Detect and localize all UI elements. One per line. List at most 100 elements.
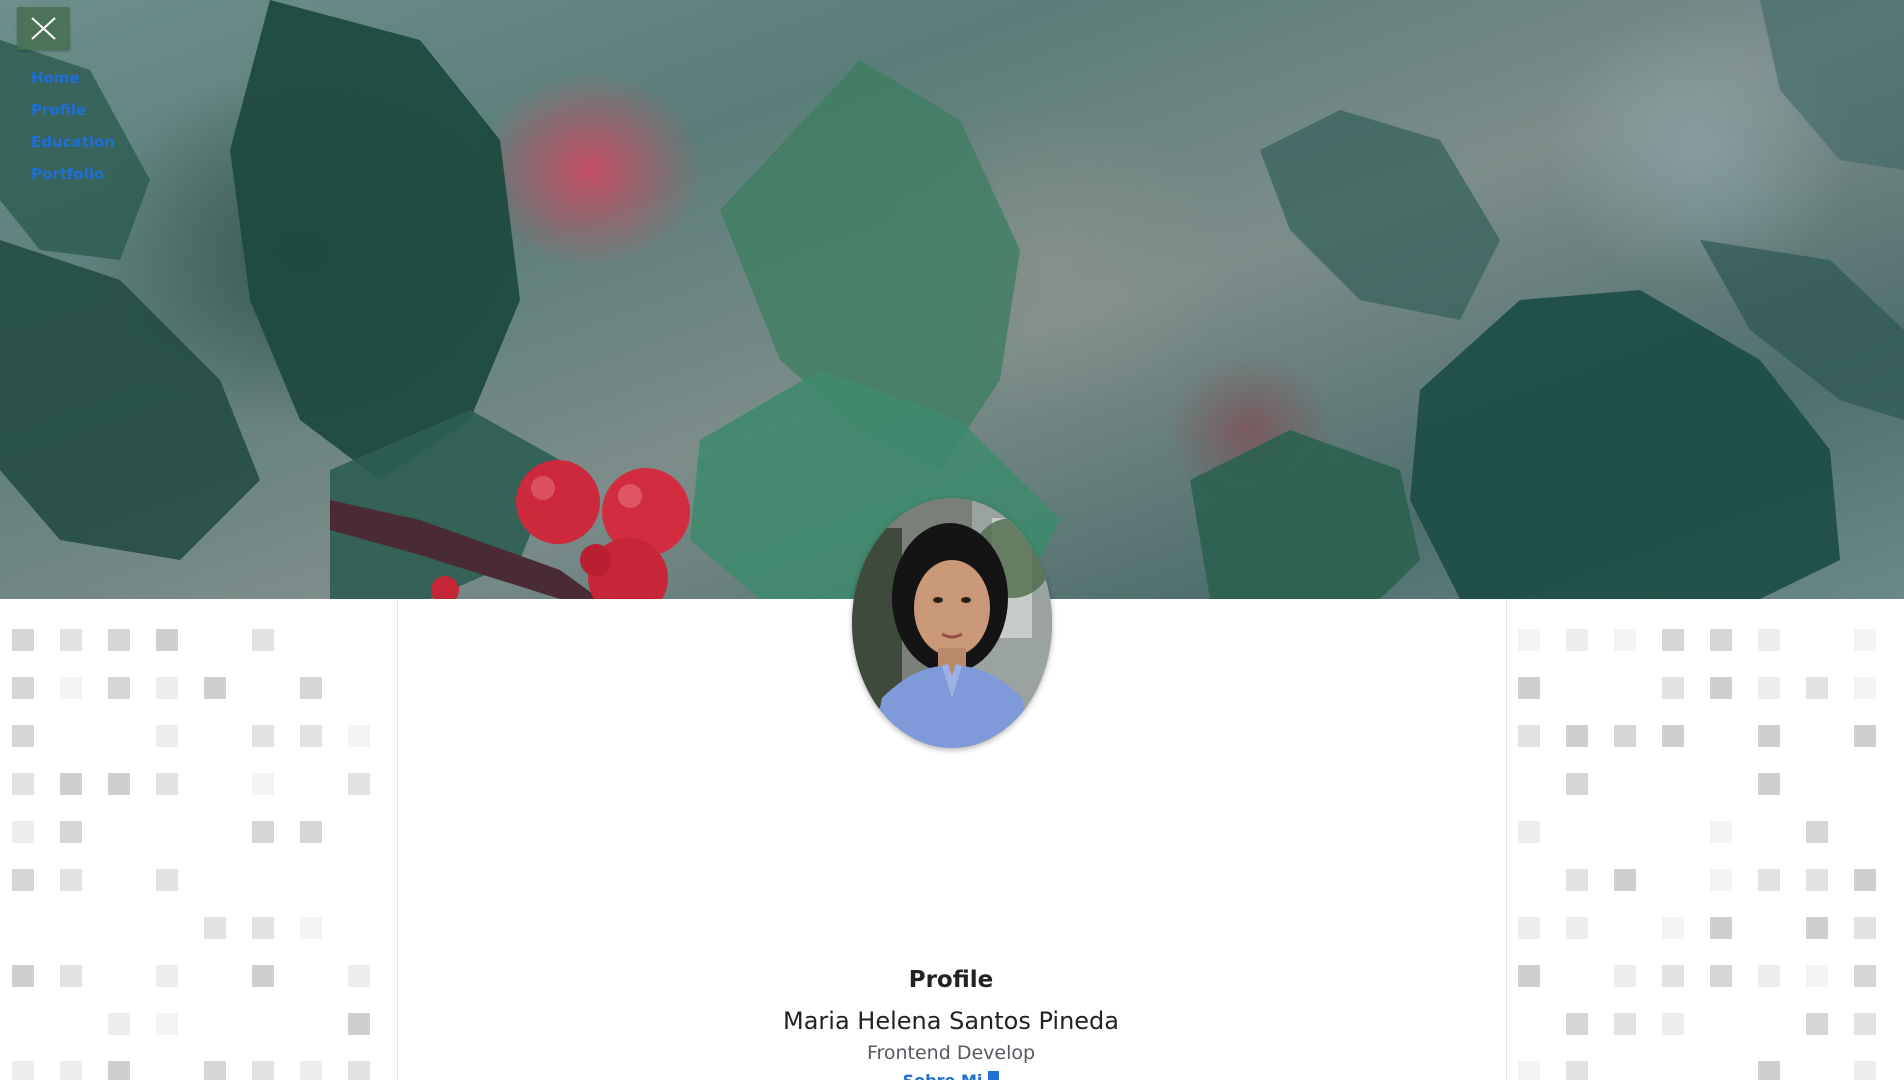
menu-toggle-button[interactable]	[17, 7, 70, 50]
person-role: Frontend Develop	[866, 1042, 1036, 1064]
nav-item-portfolio: Portfolio	[31, 162, 115, 194]
pattern-tile	[60, 677, 82, 699]
pattern-tile	[1758, 725, 1780, 747]
pattern-tile	[156, 965, 178, 987]
pattern-tile	[204, 677, 226, 699]
pattern-tile	[1854, 677, 1876, 699]
user-icon	[988, 1071, 1000, 1080]
pattern-tile	[1566, 869, 1588, 891]
pattern-tile	[204, 917, 226, 939]
pattern-tile	[1854, 869, 1876, 891]
pattern-tile	[60, 965, 82, 987]
pattern-tile	[1854, 1013, 1876, 1035]
pattern-tile	[1806, 1013, 1828, 1035]
pattern-tile	[156, 1013, 178, 1035]
pattern-tile	[1710, 677, 1732, 699]
pattern-tile	[1614, 725, 1636, 747]
pattern-tile	[60, 869, 82, 891]
pattern-tile	[12, 677, 34, 699]
pattern-tile	[108, 677, 130, 699]
pattern-tile	[156, 629, 178, 651]
pattern-tile	[1518, 1061, 1540, 1080]
pattern-tile	[1710, 917, 1732, 939]
pattern-tile	[1662, 629, 1684, 651]
person-name: Maria Helena Santos Pineda	[783, 1007, 1119, 1035]
tile-pattern-right	[1506, 599, 1904, 1080]
pattern-tile	[1710, 629, 1732, 651]
pattern-tile	[12, 869, 34, 891]
pattern-tile	[1566, 1061, 1588, 1080]
pattern-tile	[1566, 917, 1588, 939]
page: Home Profile Education Portfolio Profile…	[0, 0, 1904, 1080]
pattern-tile	[1518, 965, 1540, 987]
pattern-tile	[1854, 917, 1876, 939]
pattern-tile	[204, 1061, 226, 1080]
pattern-tile	[1758, 1061, 1780, 1080]
nav-link-profile[interactable]: Profile	[31, 98, 86, 122]
pattern-tile	[12, 629, 34, 651]
about-link-partial[interactable]: Sobre Mi	[397, 1071, 1505, 1080]
pattern-tile	[1758, 677, 1780, 699]
nav-item-profile: Profile	[31, 98, 115, 130]
pattern-tile	[60, 1061, 82, 1080]
pattern-tile	[1710, 965, 1732, 987]
pattern-tile	[300, 1061, 322, 1080]
pattern-tile	[12, 773, 34, 795]
pattern-tile	[1518, 629, 1540, 651]
pattern-tile	[348, 965, 370, 987]
pattern-tile	[1806, 677, 1828, 699]
pattern-tile	[252, 773, 274, 795]
pattern-tile	[252, 917, 274, 939]
pattern-tile	[60, 629, 82, 651]
pattern-tile	[1614, 965, 1636, 987]
pattern-tile	[12, 821, 34, 843]
avatar	[852, 498, 1052, 748]
pattern-tile	[60, 773, 82, 795]
pattern-tile	[1806, 917, 1828, 939]
pattern-tile	[60, 821, 82, 843]
pattern-tile	[1758, 869, 1780, 891]
pattern-tile	[1566, 629, 1588, 651]
nav-link-education[interactable]: Education	[31, 130, 115, 154]
pattern-tile	[1806, 869, 1828, 891]
pattern-tile	[348, 773, 370, 795]
pattern-tile	[1854, 965, 1876, 987]
pattern-tile	[1518, 917, 1540, 939]
pattern-tile	[12, 725, 34, 747]
pattern-tile	[1518, 725, 1540, 747]
pattern-tile	[156, 773, 178, 795]
pattern-tile	[252, 965, 274, 987]
pattern-tile	[1758, 965, 1780, 987]
profile-photo	[852, 498, 1052, 748]
pattern-tile	[108, 1013, 130, 1035]
pattern-tile	[1566, 725, 1588, 747]
pattern-tile	[1614, 869, 1636, 891]
pattern-tile	[1758, 629, 1780, 651]
pattern-tile	[1854, 629, 1876, 651]
pattern-tile	[348, 1013, 370, 1035]
pattern-tile	[156, 677, 178, 699]
pattern-tile	[348, 1061, 370, 1080]
nav-link-portfolio[interactable]: Portfolio	[31, 162, 104, 186]
pattern-tile	[1614, 1013, 1636, 1035]
pattern-tile	[252, 629, 274, 651]
pattern-tile	[1854, 1061, 1876, 1080]
pattern-tile	[252, 821, 274, 843]
pattern-tile	[1662, 1013, 1684, 1035]
pattern-tile	[1806, 965, 1828, 987]
pattern-tile	[300, 725, 322, 747]
nav-link-home[interactable]: Home	[31, 66, 80, 90]
pattern-tile	[300, 917, 322, 939]
pattern-tile	[108, 1061, 130, 1080]
pattern-tile	[156, 869, 178, 891]
pattern-tile	[252, 1061, 274, 1080]
pattern-tile	[1710, 821, 1732, 843]
pattern-tile	[1662, 725, 1684, 747]
pattern-tile	[108, 773, 130, 795]
pattern-tile	[156, 725, 178, 747]
pattern-tile	[1518, 821, 1540, 843]
pattern-tile	[1662, 965, 1684, 987]
pattern-tile	[12, 965, 34, 987]
pattern-tile	[1806, 821, 1828, 843]
section-heading: Profile	[908, 967, 994, 993]
